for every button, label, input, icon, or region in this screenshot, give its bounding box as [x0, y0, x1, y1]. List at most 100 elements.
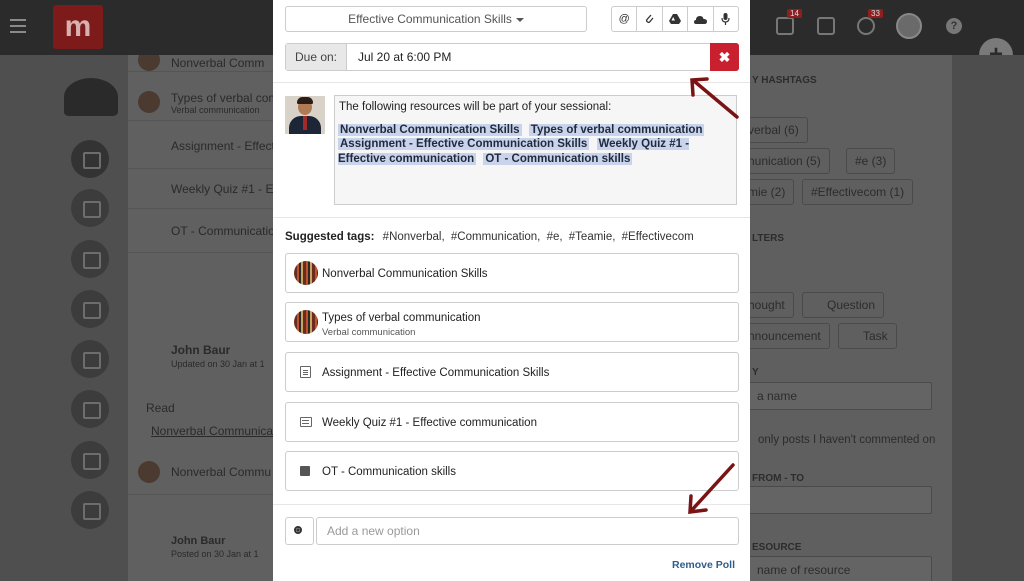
app-logo[interactable]: m [53, 5, 103, 49]
divider [273, 82, 750, 83]
due-date-value[interactable]: Jul 20 at 6:00 PM [358, 44, 451, 70]
divider [273, 504, 750, 505]
paperclip-icon[interactable] [637, 7, 663, 31]
resource-group-select-label: Effective Communication Skills [348, 12, 512, 26]
radio-icon[interactable] [285, 517, 314, 545]
suggested-tag[interactable]: #Teamie, [569, 231, 616, 243]
feed-item: Nonverbal Commu [128, 451, 273, 495]
background-filters-panel: Y HASHTAGS verbal (6) nunication (5) #e … [740, 55, 952, 581]
resource-item[interactable]: Types of verbal communication Verbal com… [285, 302, 739, 342]
feed-item: OT - Communicatio [128, 209, 273, 253]
remove-poll-link[interactable]: Remove Poll [672, 559, 735, 571]
onedrive-icon[interactable] [688, 7, 714, 31]
divider [273, 217, 750, 218]
user-nav-icon[interactable] [71, 441, 109, 479]
course-thumbnail [138, 461, 160, 483]
calendar-icon[interactable] [817, 17, 835, 35]
resource-item[interactable]: Nonverbal Communication Skills [285, 253, 739, 293]
feed-item: Types of verbal com Verbal communication [128, 72, 273, 121]
feed-link[interactable]: Nonverbal Communicati [151, 424, 273, 438]
feed-author-name: John Baur [171, 343, 231, 357]
messages-icon[interactable] [857, 17, 875, 35]
at-icon[interactable]: @ [612, 7, 638, 31]
microphone-icon[interactable] [714, 7, 738, 31]
due-date-label: Due on: [286, 44, 347, 70]
feed-item: John Baur Updated on 30 Jan at 1 [128, 331, 273, 377]
analytics-nav-icon[interactable] [71, 290, 109, 328]
close-icon: ✖ [718, 49, 731, 65]
feed-timestamp: Posted on 30 Jan at 1 [171, 549, 259, 559]
only-posts-label: only posts I haven't commented on [758, 434, 936, 446]
feed-text: Read [146, 401, 175, 415]
feed-item-subtitle: Verbal communication [171, 105, 260, 115]
resource-item-title: Weekly Quiz #1 - Effective communication [322, 417, 537, 429]
right-rail [952, 55, 1024, 581]
feed-item: Nonverbal Comm [128, 55, 273, 72]
hashtag-chip[interactable]: nunication (5) [740, 148, 830, 174]
suggested-tag[interactable]: #Communication, [451, 231, 540, 243]
course-thumbnail [138, 91, 160, 113]
messages-badge: 33 [868, 9, 883, 18]
suggested-tag[interactable]: #Nonverbal, [383, 231, 445, 243]
clear-due-date-button[interactable]: ✖ [710, 43, 739, 71]
hashtag-chip[interactable]: #Effectivecom (1) [802, 179, 914, 205]
by-label: Y [752, 367, 759, 378]
filter-chip-announcement[interactable]: nnouncement [740, 323, 830, 349]
filters-heading: LTERS [752, 233, 785, 244]
feed-item: Assignment - Effect [128, 121, 273, 169]
resource-item-title: OT - Communication skills [322, 466, 456, 478]
folder-nav-icon[interactable] [71, 189, 109, 227]
more-nav-icon[interactable] [71, 491, 109, 529]
message-tag: Nonverbal Communication Skills [338, 123, 522, 136]
tasks-nav-icon[interactable] [71, 340, 109, 378]
feed-item-title: Assignment - Effect [171, 139, 273, 153]
resource-filter-placeholder: name of resource [757, 563, 851, 577]
hashtags-heading: Y HASHTAGS [752, 75, 817, 86]
resource-item-title: Types of verbal communication [322, 312, 481, 324]
resource-filter-label: ESOURCE [752, 542, 802, 553]
suggested-tag[interactable]: #e, [547, 231, 563, 243]
date-range-input[interactable] [748, 486, 932, 514]
resource-item[interactable]: Assignment - Effective Communication Ski… [285, 352, 739, 392]
ot-icon [300, 466, 310, 476]
new-option-input[interactable] [316, 517, 739, 545]
resource-item-title: Nonverbal Communication Skills [322, 268, 488, 280]
name-filter-input[interactable]: a name [748, 382, 932, 410]
quiz-icon [300, 417, 312, 427]
filter-chip-task[interactable]: Task [838, 323, 897, 349]
suggested-tag[interactable]: #Effectivecom [622, 231, 694, 243]
attachment-toolbar: @ [611, 6, 739, 32]
user-avatar[interactable] [896, 13, 922, 39]
resource-item[interactable]: Weekly Quiz #1 - Effective communication [285, 402, 739, 442]
due-date-field[interactable]: Due on: Jul 20 at 6:00 PM ✖ [285, 43, 739, 71]
google-drive-icon[interactable] [663, 7, 689, 31]
filter-chip-question[interactable]: Question [802, 292, 885, 318]
feed-item-title: OT - Communicatio [171, 224, 273, 238]
feed-item: John Baur Posted on 30 Jan at 1 [128, 531, 273, 567]
resource-group-select[interactable]: Effective Communication Skills [285, 6, 587, 32]
hamburger-menu-icon[interactable] [10, 19, 26, 33]
poll-resource-modal: Effective Communication Skills @ Due on:… [273, 0, 750, 581]
hashtag-chip[interactable]: #e (3) [846, 148, 896, 174]
help-icon[interactable]: ? [946, 18, 962, 34]
screen-nav-icon[interactable] [71, 390, 109, 428]
resource-item-title: Assignment - Effective Communication Ski… [322, 367, 550, 379]
message-tags: Nonverbal Communication Skills Types of … [338, 123, 733, 167]
notifications-icon[interactable] [776, 17, 794, 35]
notifications-badge: 14 [787, 9, 802, 18]
post-message-textarea[interactable]: The following resources will be part of … [334, 95, 737, 205]
resource-item[interactable]: OT - Communication skills [285, 451, 739, 491]
newsfeed-nav-icon[interactable] [71, 140, 109, 178]
chevron-down-icon [515, 17, 524, 22]
course-thumbnail [294, 261, 318, 285]
message-tag: OT - Communication skills [483, 152, 633, 165]
keyboard-nav-icon[interactable] [71, 240, 109, 278]
left-navigation-rail [0, 55, 128, 581]
resource-item-subtitle: Verbal communication [322, 327, 416, 338]
feed-item: Weekly Quiz #1 - E [128, 169, 273, 209]
at-icon-glyph: @ [618, 13, 630, 25]
course-thumbnail [138, 55, 160, 71]
hashtag-chip[interactable]: verbal (6) [740, 117, 808, 143]
resource-filter-input[interactable]: name of resource [748, 556, 932, 581]
institution-emblem [64, 78, 118, 116]
